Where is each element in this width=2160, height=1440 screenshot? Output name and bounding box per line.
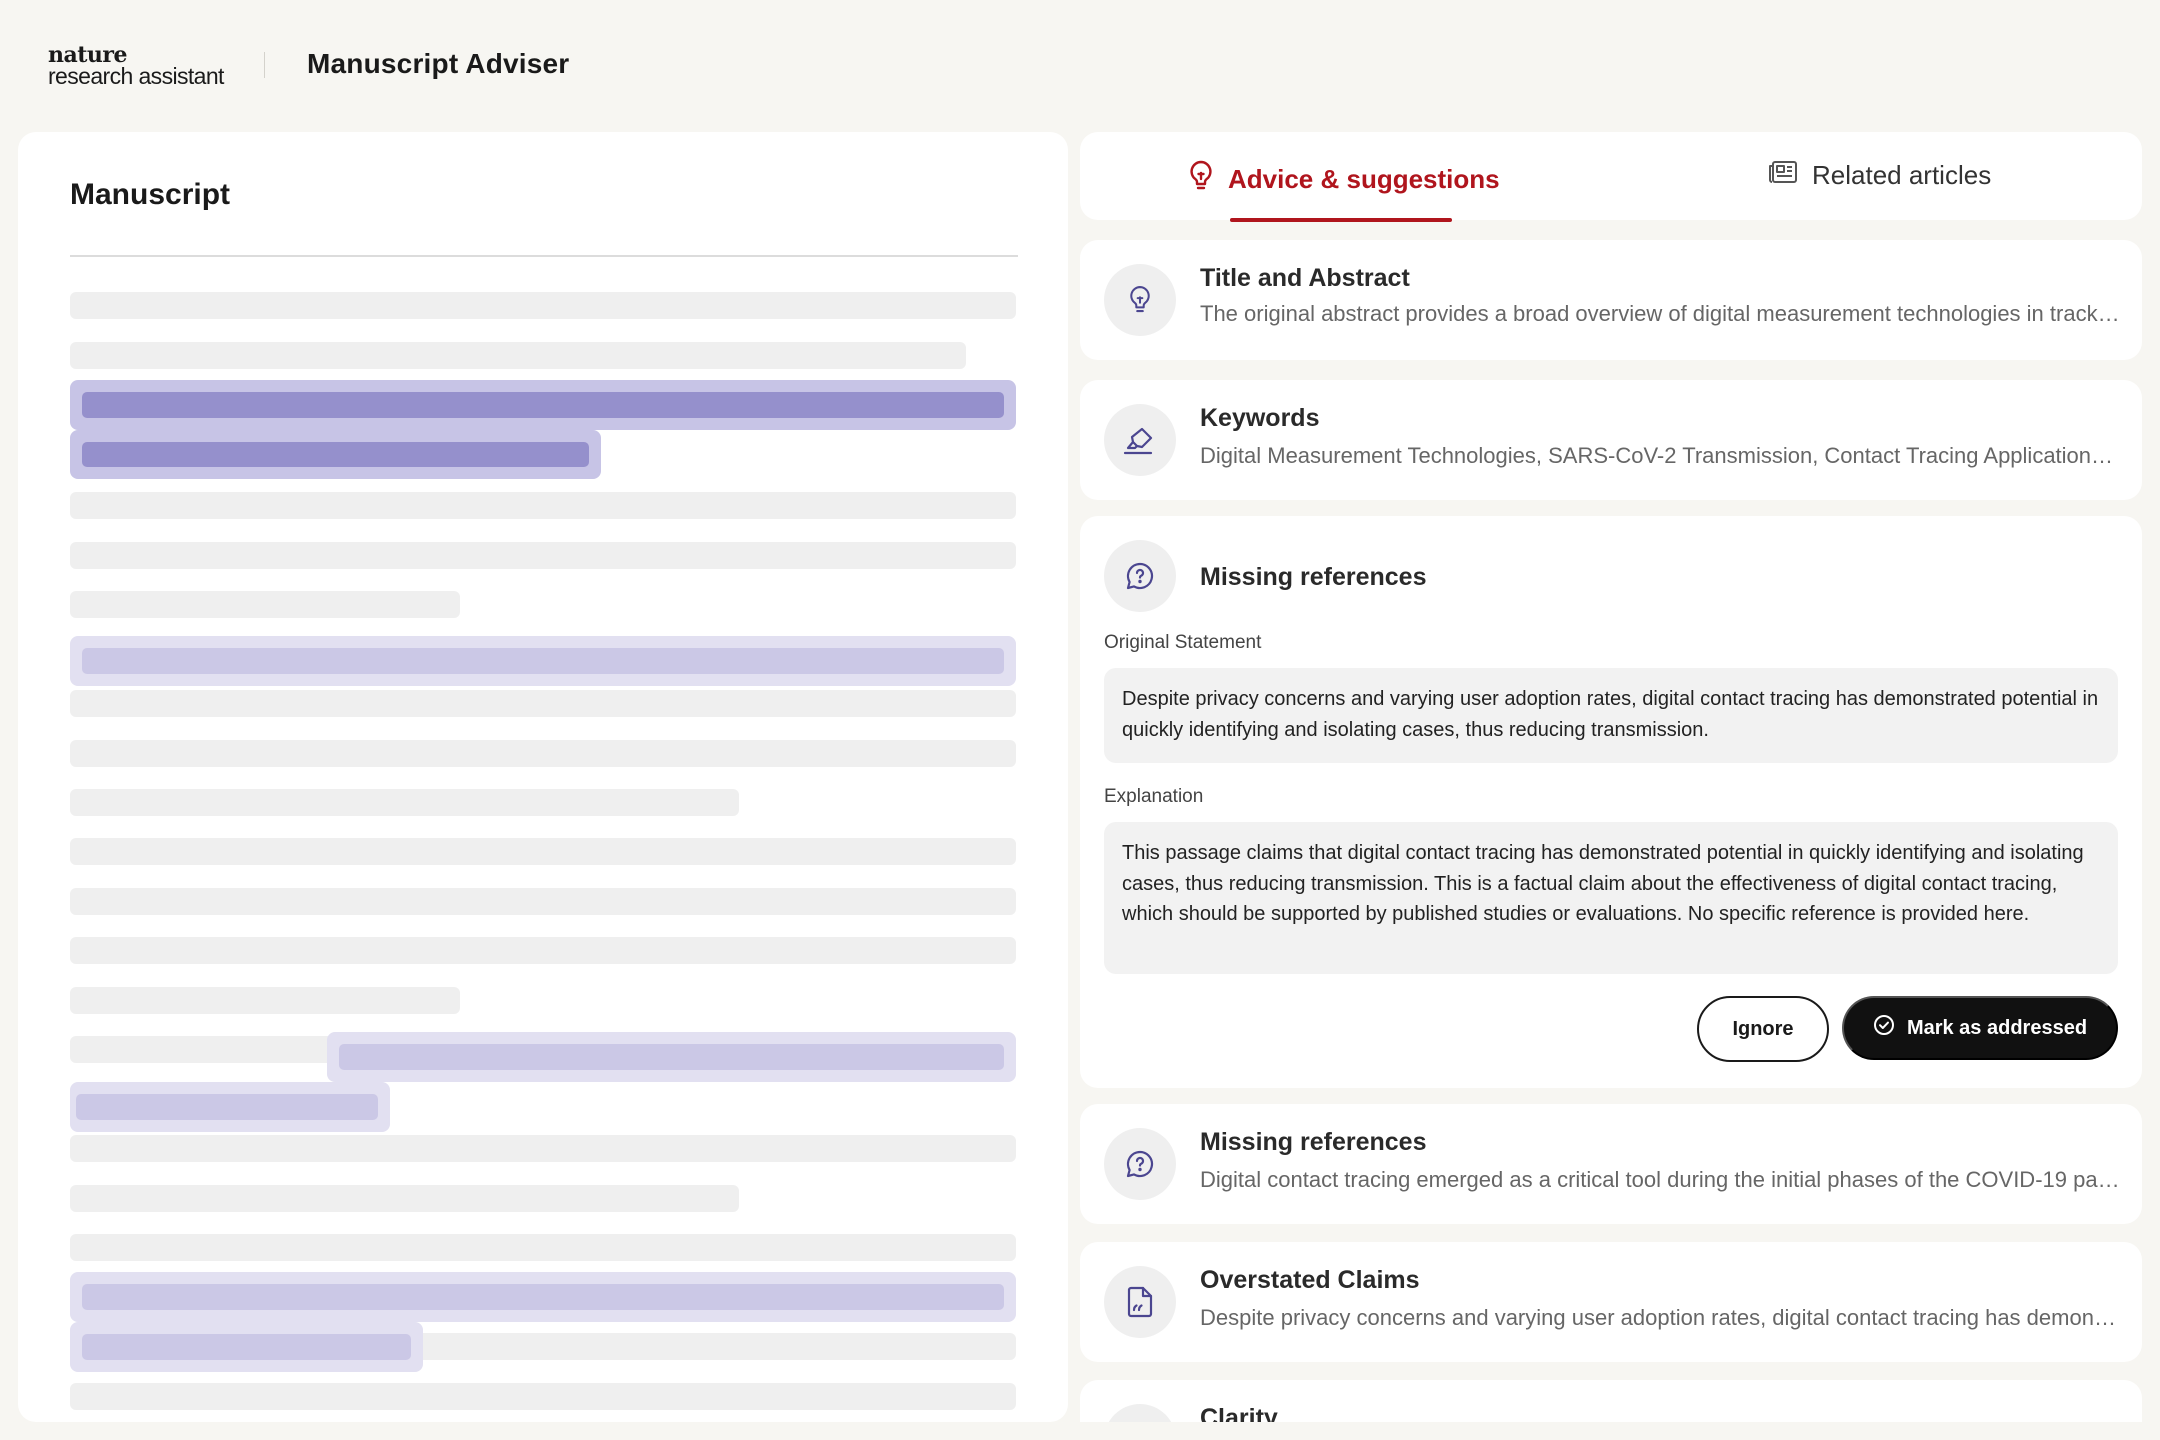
suggestion-card-overstated-claims[interactable]: Overstated Claims Despite privacy concer… [1080,1242,2142,1362]
highlighted-passage[interactable] [70,1082,390,1132]
highlighted-passage[interactable] [70,1272,1016,1322]
text-line-placeholder [70,542,1016,569]
card-title: Clarity [1200,1404,1278,1422]
highlighted-passage[interactable] [327,1032,1016,1082]
app-header: nature research assistant Manuscript Adv… [0,0,2160,132]
manuscript-panel[interactable]: Manuscript [18,132,1068,1422]
quote-document-icon [1104,1266,1176,1338]
original-statement-label: Original Statement [1104,632,1262,653]
text-line-placeholder [70,1383,1016,1410]
card-title: Title and Abstract [1200,264,1410,292]
app-title: Manuscript Adviser [307,48,570,79]
tab-advice-label: Advice & suggestions [1228,164,1500,194]
header-divider [264,52,265,78]
nature-research-assistant-logo[interactable]: nature research assistant [48,44,224,88]
advice-panel: Advice & suggestions Related articles Ti… [1080,132,2142,1422]
highlighted-passage-active[interactable] [70,380,1016,430]
highlighter-icon [1104,404,1176,476]
text-line-placeholder [70,1135,1016,1162]
logo-line2: research assistant [48,63,224,89]
text-line-placeholder [70,789,739,816]
card-summary: Digital Measurement Technologies, SARS-C… [1200,443,2120,468]
tab-advice-suggestions[interactable]: Advice & suggestions [1188,160,1500,199]
explanation-label: Explanation [1104,786,1204,807]
explanation-text: This passage claims that digital contact… [1104,822,2118,974]
text-line-placeholder [70,740,1016,767]
suggestion-card-missing-references-expanded[interactable]: Missing references Original Statement De… [1080,516,2142,1088]
text-line-placeholder [70,342,966,369]
highlighted-passage[interactable] [70,1322,423,1372]
clarity-icon [1104,1404,1176,1422]
text-line-placeholder [70,591,460,618]
newspaper-icon [1768,160,1812,191]
text-line-placeholder [70,1185,739,1212]
card-title: Missing references [1200,1128,1427,1156]
lightbulb-icon [1104,264,1176,336]
suggestion-card-title-abstract[interactable]: Title and Abstract The original abstract… [1080,240,2142,360]
text-line-placeholder [70,292,1016,319]
text-line-placeholder [70,937,1016,964]
text-line-placeholder [70,838,1016,865]
ignore-button[interactable]: Ignore [1697,996,1829,1062]
question-bubble-icon [1104,1128,1176,1200]
suggestion-card-missing-references[interactable]: Missing references Digital contact traci… [1080,1104,2142,1224]
mark-as-addressed-button[interactable]: Mark as addressed [1842,996,2118,1060]
manuscript-title: Manuscript [70,178,231,211]
original-statement-text: Despite privacy concerns and varying use… [1104,668,2118,763]
card-title: Overstated Claims [1200,1266,1420,1294]
card-summary: The original abstract provides a broad o… [1200,301,2120,326]
card-title: Missing references [1200,563,1427,591]
lightbulb-icon [1188,160,1228,199]
text-line-placeholder [70,492,1016,519]
check-circle-icon [1873,1014,1907,1042]
suggestion-card-keywords[interactable]: Keywords Digital Measurement Technologie… [1080,380,2142,500]
tab-bar: Advice & suggestions Related articles [1080,132,2142,222]
active-tab-indicator [1230,218,1452,222]
text-line-placeholder [70,1234,1016,1261]
highlighted-passage-active[interactable] [70,430,601,479]
manuscript-divider [70,255,1018,257]
suggestion-card-clarity[interactable]: Clarity [1080,1380,2142,1422]
text-line-placeholder [70,987,460,1014]
highlighted-passage[interactable] [70,636,1016,686]
text-line-placeholder [70,690,1016,717]
tab-related-label: Related articles [1812,160,1992,190]
card-title: Keywords [1200,404,1320,432]
card-summary: Digital contact tracing emerged as a cri… [1200,1167,2120,1192]
card-summary: Despite privacy concerns and varying use… [1200,1305,2120,1330]
question-bubble-icon [1104,540,1176,612]
mark-as-addressed-label: Mark as addressed [1906,1016,2088,1039]
tab-related-articles[interactable]: Related articles [1768,160,1991,191]
text-line-placeholder [70,888,1016,915]
